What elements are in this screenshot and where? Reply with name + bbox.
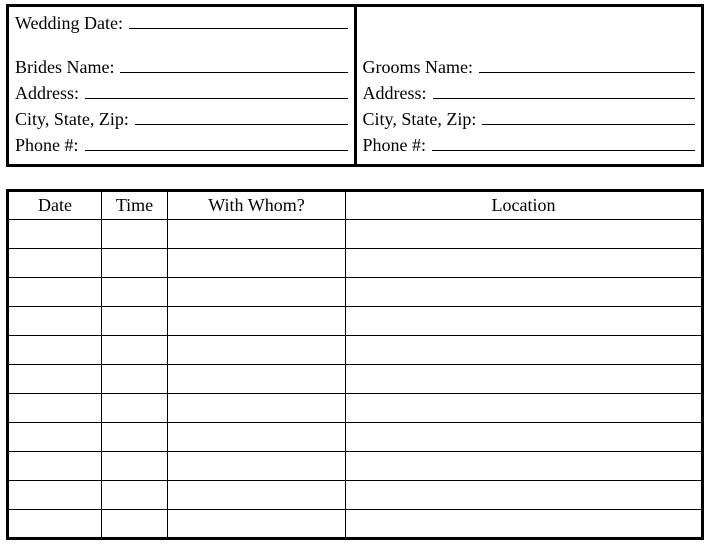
cell-date[interactable] [8, 278, 102, 307]
table-row [8, 423, 703, 452]
bride-address-input[interactable] [85, 81, 348, 99]
grooms-name-field: Grooms Name: [363, 55, 696, 81]
section-gap [6, 167, 704, 189]
cell-date[interactable] [8, 481, 102, 510]
cell-date[interactable] [8, 220, 102, 249]
cell-whom[interactable] [168, 307, 346, 336]
cell-date[interactable] [8, 394, 102, 423]
table-row [8, 481, 703, 510]
table-row [8, 220, 703, 249]
cell-whom[interactable] [168, 249, 346, 278]
header-time: Time [102, 191, 168, 220]
cell-time[interactable] [102, 481, 168, 510]
cell-date[interactable] [8, 365, 102, 394]
wedding-date-input[interactable] [129, 11, 347, 29]
cell-date[interactable] [8, 336, 102, 365]
cell-location[interactable] [346, 423, 703, 452]
cell-whom[interactable] [168, 423, 346, 452]
cell-location[interactable] [346, 365, 703, 394]
cell-whom[interactable] [168, 510, 346, 539]
groom-city-field: City, State, Zip: [363, 107, 696, 133]
cell-location[interactable] [346, 278, 703, 307]
grooms-name-input[interactable] [479, 55, 695, 73]
cell-location[interactable] [346, 336, 703, 365]
cell-whom[interactable] [168, 220, 346, 249]
table-row [8, 510, 703, 539]
cell-time[interactable] [102, 365, 168, 394]
cell-time[interactable] [102, 220, 168, 249]
cell-time[interactable] [102, 510, 168, 539]
groom-phone-field: Phone #: [363, 133, 696, 159]
cell-time[interactable] [102, 423, 168, 452]
cell-date[interactable] [8, 452, 102, 481]
cell-whom[interactable] [168, 336, 346, 365]
bride-address-field: Address: [15, 81, 348, 107]
cell-time[interactable] [102, 452, 168, 481]
table-row [8, 249, 703, 278]
table-row [8, 452, 703, 481]
cell-time[interactable] [102, 307, 168, 336]
brides-name-input[interactable] [120, 55, 347, 73]
cell-whom[interactable] [168, 278, 346, 307]
bride-phone-input[interactable] [85, 133, 348, 151]
bride-address-label: Address: [15, 83, 79, 104]
bride-column: Wedding Date: Brides Name: Address: City… [9, 7, 357, 164]
wedding-date-label: Wedding Date: [15, 13, 123, 34]
cell-time[interactable] [102, 336, 168, 365]
schedule-header-row: Date Time With Whom? Location [8, 191, 703, 220]
table-row [8, 278, 703, 307]
cell-location[interactable] [346, 452, 703, 481]
table-row [8, 336, 703, 365]
grooms-name-label: Grooms Name: [363, 57, 473, 78]
groom-address-input[interactable] [433, 81, 696, 99]
groom-address-label: Address: [363, 83, 427, 104]
bride-phone-label: Phone #: [15, 135, 79, 156]
cell-whom[interactable] [168, 452, 346, 481]
groom-address-field: Address: [363, 81, 696, 107]
groom-phone-input[interactable] [432, 133, 695, 151]
cell-location[interactable] [346, 249, 703, 278]
contact-info-box: Wedding Date: Brides Name: Address: City… [6, 4, 704, 167]
groom-phone-label: Phone #: [363, 135, 427, 156]
brides-name-label: Brides Name: [15, 57, 114, 78]
cell-date[interactable] [8, 510, 102, 539]
groom-city-label: City, State, Zip: [363, 109, 477, 130]
spacer [15, 37, 348, 55]
cell-whom[interactable] [168, 481, 346, 510]
table-row [8, 307, 703, 336]
cell-location[interactable] [346, 394, 703, 423]
table-row [8, 365, 703, 394]
bride-phone-field: Phone #: [15, 133, 348, 159]
schedule-table: Date Time With Whom? Location [6, 189, 704, 540]
header-location: Location [346, 191, 703, 220]
groom-column: Grooms Name: Address: City, State, Zip: … [357, 7, 702, 164]
cell-location[interactable] [346, 481, 703, 510]
cell-location[interactable] [346, 510, 703, 539]
brides-name-field: Brides Name: [15, 55, 348, 81]
groom-city-input[interactable] [482, 107, 695, 125]
bride-city-label: City, State, Zip: [15, 109, 129, 130]
bride-city-field: City, State, Zip: [15, 107, 348, 133]
cell-location[interactable] [346, 307, 703, 336]
header-date: Date [8, 191, 102, 220]
spacer [363, 37, 696, 55]
cell-whom[interactable] [168, 394, 346, 423]
schedule-body [8, 220, 703, 539]
cell-time[interactable] [102, 278, 168, 307]
table-row [8, 394, 703, 423]
cell-date[interactable] [8, 307, 102, 336]
cell-time[interactable] [102, 394, 168, 423]
header-whom: With Whom? [168, 191, 346, 220]
bride-city-input[interactable] [135, 107, 348, 125]
cell-time[interactable] [102, 249, 168, 278]
wedding-date-field: Wedding Date: [15, 11, 348, 37]
cell-date[interactable] [8, 423, 102, 452]
cell-whom[interactable] [168, 365, 346, 394]
cell-location[interactable] [346, 220, 703, 249]
cell-date[interactable] [8, 249, 102, 278]
